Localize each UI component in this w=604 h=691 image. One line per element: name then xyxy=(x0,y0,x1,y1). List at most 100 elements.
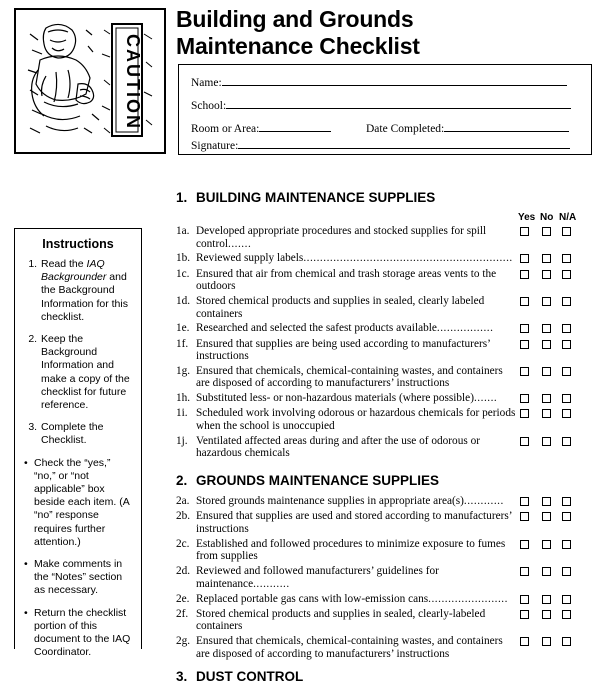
checkbox-no[interactable] xyxy=(542,409,551,419)
item-text-main: Stored grounds maintenance supplies in a… xyxy=(196,495,464,508)
signature-input[interactable] xyxy=(238,137,571,149)
checklist-item: 1i. Scheduled work involving odorous or … xyxy=(176,407,596,432)
item-text-main: Scheduled work involving odorous or haza… xyxy=(196,407,516,433)
checkbox-no[interactable] xyxy=(542,567,551,577)
checkbox-no[interactable] xyxy=(542,254,551,264)
checkbox-na[interactable] xyxy=(562,512,571,522)
instruction-item-3: Complete the Checklist. xyxy=(40,421,133,447)
section-2-number: 2. xyxy=(176,473,188,489)
checkbox-na[interactable] xyxy=(562,227,571,236)
checklist-item: 1c. Ensured that air from chemical and t… xyxy=(176,268,596,293)
item-text-main: Ensured that air from chemical and trash… xyxy=(196,267,497,293)
checkbox-yes[interactable] xyxy=(520,609,529,619)
item-leader: ........................................… xyxy=(303,252,513,265)
item-leader: ....... xyxy=(228,237,252,250)
item-text-main: Ventilated affected areas during and aft… xyxy=(196,434,480,460)
checkbox-na[interactable] xyxy=(562,436,571,446)
checkbox-yes[interactable] xyxy=(520,497,529,507)
instruction-2-text: Keep the Background Information and make… xyxy=(41,333,130,412)
checklist-item: 2f. Stored chemical products and supplie… xyxy=(176,608,596,633)
checkbox-na[interactable] xyxy=(562,324,571,334)
checkbox-yes[interactable] xyxy=(520,227,529,236)
item-checkboxes xyxy=(520,339,584,349)
room-input[interactable] xyxy=(259,120,332,132)
checklist-content: 1. BUILDING MAINTENANCE SUPPLIES Yes No … xyxy=(176,190,596,691)
date-input[interactable] xyxy=(444,120,570,132)
item-checkboxes xyxy=(520,539,584,549)
checkbox-no[interactable] xyxy=(542,339,551,349)
checkbox-no[interactable] xyxy=(542,269,551,279)
checkbox-no[interactable] xyxy=(542,227,551,236)
checklist-item: 1g. Ensured that chemicals, chemical-con… xyxy=(176,365,596,390)
checkbox-yes[interactable] xyxy=(520,512,529,522)
item-text-main: Ensured that supplies are being used acc… xyxy=(196,337,491,363)
checkbox-yes[interactable] xyxy=(520,324,529,334)
checklist-item: 2c. Established and followed procedures … xyxy=(176,538,596,563)
school-input[interactable] xyxy=(226,97,572,109)
section-2-title: GROUNDS MAINTENANCE SUPPLIES xyxy=(196,473,440,489)
signature-field-row[interactable]: Signature: xyxy=(191,137,571,152)
checkbox-yes[interactable] xyxy=(520,436,529,446)
checkbox-no[interactable] xyxy=(542,296,551,306)
checkbox-yes[interactable] xyxy=(520,637,529,647)
name-input[interactable] xyxy=(221,74,567,86)
item-label: 2c. xyxy=(176,537,190,550)
checkbox-na[interactable] xyxy=(562,269,571,279)
checkbox-no[interactable] xyxy=(542,436,551,446)
page-title: Building and Grounds Maintenance Checkli… xyxy=(176,6,596,60)
column-header-na: N/A xyxy=(559,212,577,223)
item-label: 1j. xyxy=(176,434,188,447)
item-checkboxes xyxy=(520,323,584,334)
checkbox-na[interactable] xyxy=(562,254,571,264)
checklist-item: 1j. Ventilated affected areas during and… xyxy=(176,435,596,460)
checkbox-no[interactable] xyxy=(542,497,551,507)
checkbox-no[interactable] xyxy=(542,637,551,647)
checkbox-na[interactable] xyxy=(562,296,571,306)
item-text-main: Ensured that chemicals, chemical-contain… xyxy=(196,364,503,390)
item-checkboxes xyxy=(520,609,584,619)
school-field-row[interactable]: School: xyxy=(191,97,572,112)
checkbox-no[interactable] xyxy=(542,366,551,376)
checkbox-na[interactable] xyxy=(562,497,571,507)
checkbox-no[interactable] xyxy=(542,539,551,549)
checkbox-no[interactable] xyxy=(542,594,551,604)
name-label: Name: xyxy=(191,77,222,89)
form-fields-box: Name: School: Room or Area: Date Complet… xyxy=(178,64,592,155)
checkbox-no[interactable] xyxy=(542,512,551,522)
checkbox-yes[interactable] xyxy=(520,366,529,376)
checkbox-na[interactable] xyxy=(562,409,571,419)
checkbox-yes[interactable] xyxy=(520,296,529,306)
checkbox-na[interactable] xyxy=(562,339,571,349)
checkbox-na[interactable] xyxy=(562,567,571,577)
checkbox-na[interactable] xyxy=(562,539,571,549)
checkbox-yes[interactable] xyxy=(520,539,529,549)
section-3-title: DUST CONTROL xyxy=(196,669,304,685)
checkbox-na[interactable] xyxy=(562,609,571,619)
checkbox-yes[interactable] xyxy=(520,594,529,604)
checkbox-no[interactable] xyxy=(542,394,551,404)
checkbox-na[interactable] xyxy=(562,366,571,376)
checklist-item: 1f. Ensured that supplies are being used… xyxy=(176,338,596,363)
checklist-item: 1e. Researched and selected the safest p… xyxy=(176,322,596,335)
item-text-main: Established and followed procedures to m… xyxy=(196,537,506,563)
checkbox-yes[interactable] xyxy=(520,254,529,264)
checkbox-yes[interactable] xyxy=(520,394,529,404)
room-field-row[interactable]: Room or Area: xyxy=(191,120,332,135)
checkbox-no[interactable] xyxy=(542,609,551,619)
checkbox-na[interactable] xyxy=(562,594,571,604)
checkbox-na[interactable] xyxy=(562,637,571,647)
checkbox-yes[interactable] xyxy=(520,339,529,349)
name-field-row[interactable]: Name: xyxy=(191,74,567,89)
item-text-main: Ensured that supplies are used and store… xyxy=(196,510,512,535)
checkbox-no[interactable] xyxy=(542,324,551,334)
checkbox-na[interactable] xyxy=(562,394,571,404)
section-1-title: BUILDING MAINTENANCE SUPPLIES xyxy=(196,190,436,205)
item-label: 2e. xyxy=(176,592,190,605)
checkbox-yes[interactable] xyxy=(520,567,529,577)
item-checkboxes xyxy=(520,436,584,446)
item-checkboxes xyxy=(520,408,584,419)
date-field-row[interactable]: Date Completed: xyxy=(366,120,570,135)
checkbox-yes[interactable] xyxy=(520,269,529,279)
checkbox-yes[interactable] xyxy=(520,409,529,419)
item-leader: ........... xyxy=(253,577,290,590)
